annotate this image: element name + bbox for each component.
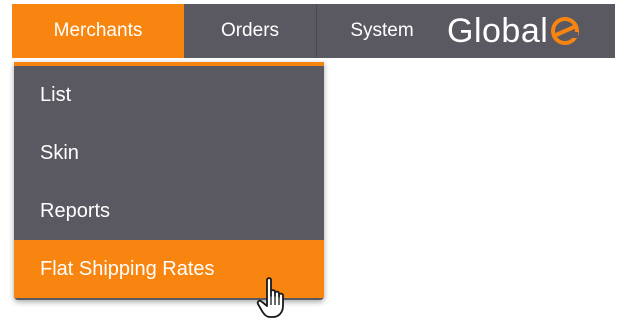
nav-tab-orders-label: Orders <box>220 20 280 41</box>
menu-item-reports[interactable]: Reports <box>14 182 324 240</box>
hand-pointer-icon <box>256 277 284 318</box>
logo-e-mark-icon <box>551 17 580 45</box>
menu-item-list[interactable]: List <box>14 66 324 124</box>
top-navigation-bar: Merchants Orders System Global <box>12 4 615 58</box>
menu-item-label: Skin <box>40 141 79 164</box>
nav-tab-orders[interactable]: Orders <box>184 4 317 58</box>
menu-item-label: List <box>40 83 72 106</box>
global-e-logo: Global <box>447 4 580 58</box>
menu-item-label: Reports <box>40 199 111 222</box>
logo-text: Global <box>447 11 549 50</box>
nav-tab-system-label: System <box>350 20 414 41</box>
nav-tab-merchants-label: Merchants <box>53 20 143 41</box>
menu-item-skin[interactable]: Skin <box>14 124 324 182</box>
menu-item-label: Flat Shipping Rates <box>40 257 215 280</box>
merchants-dropdown-menu: List Skin Reports Flat Shipping Rates <box>14 62 324 300</box>
nav-tab-merchants[interactable]: Merchants <box>12 4 184 58</box>
nav-tab-system[interactable]: System <box>317 4 447 58</box>
